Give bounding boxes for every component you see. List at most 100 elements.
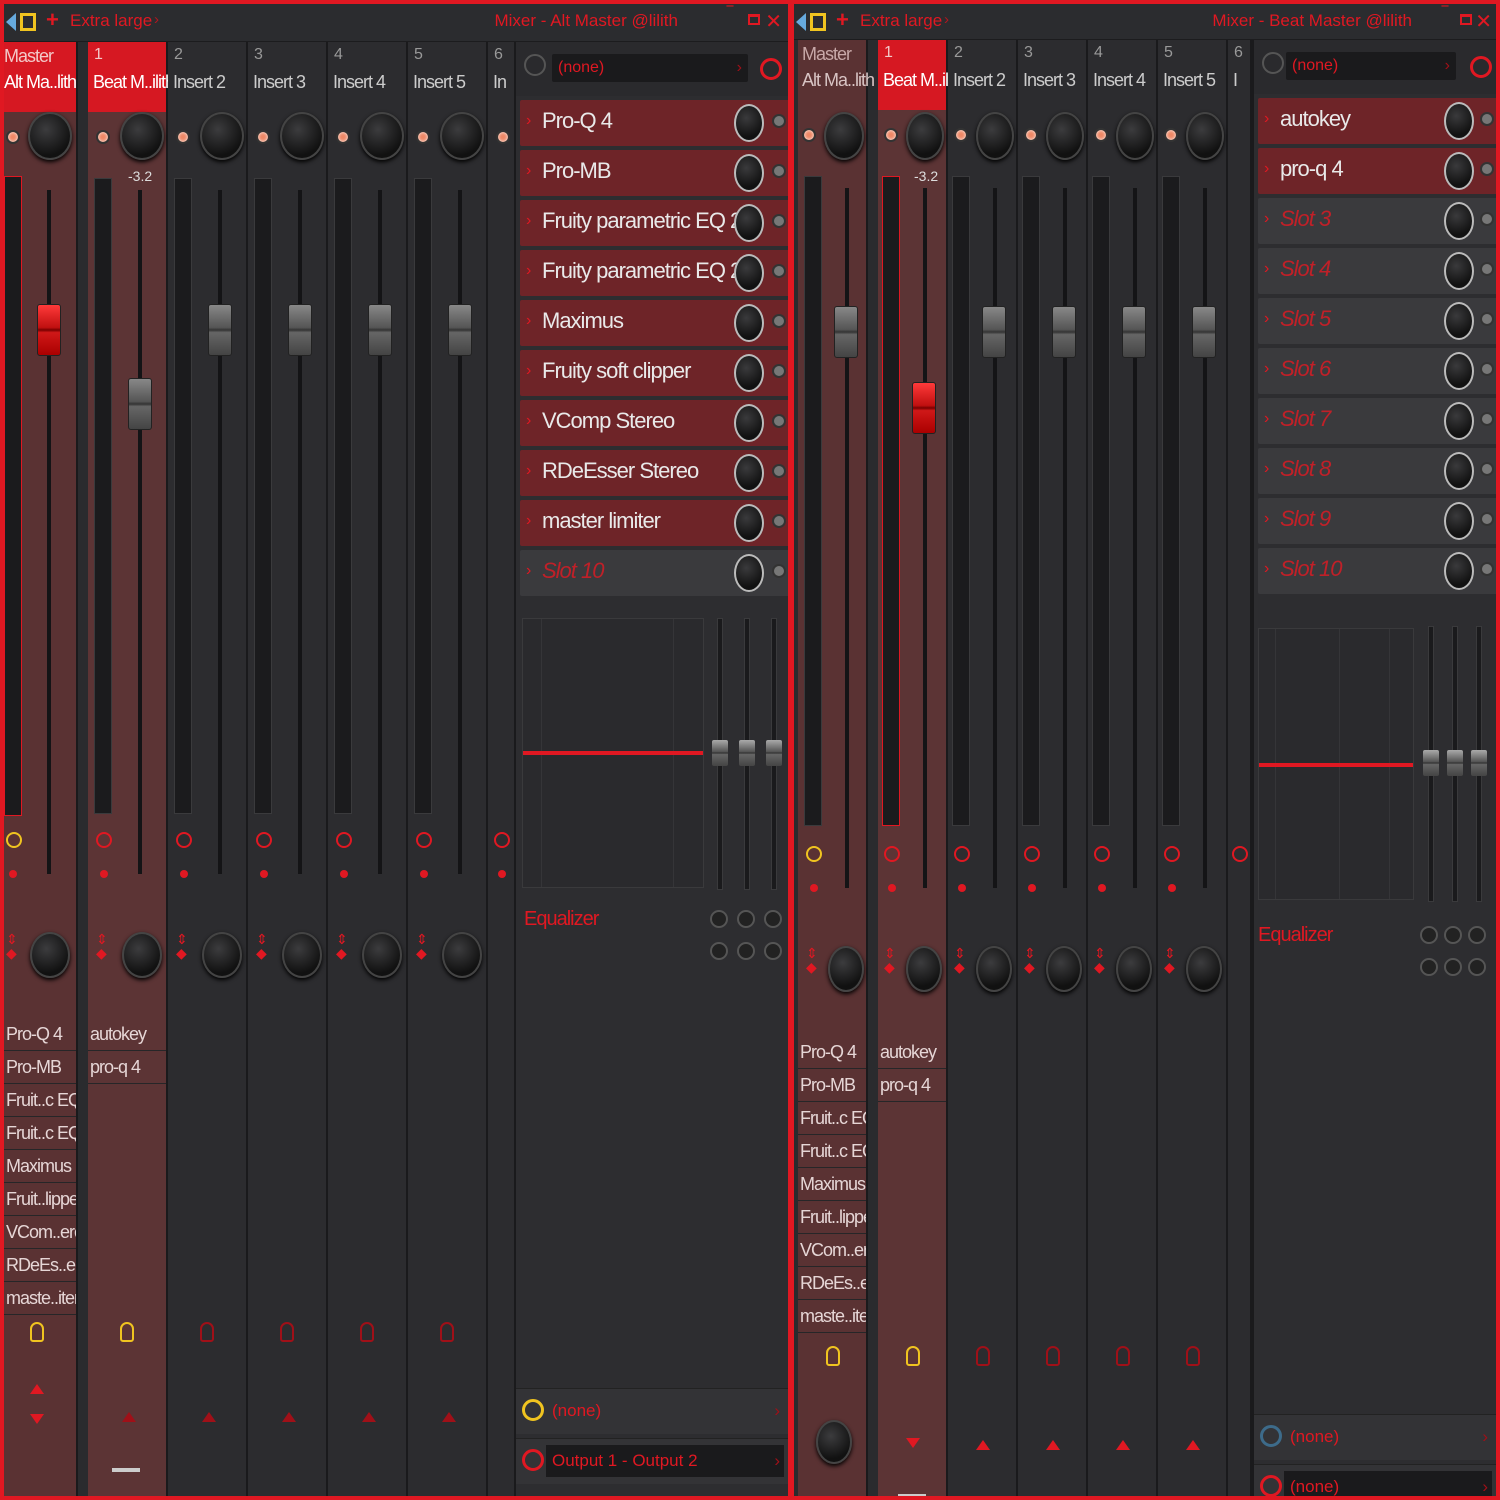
route-up-arrow-icon[interactable] [976,1440,990,1450]
stereo-knob[interactable] [282,932,322,978]
volume-fader[interactable] [982,306,1006,358]
fx-item[interactable]: VCom..ereo [798,1234,866,1267]
rack-settings-icon[interactable] [524,54,546,76]
route-mic-icon[interactable] [1046,1346,1060,1366]
stereo-knob[interactable] [362,932,402,978]
pan-knob[interactable] [1046,112,1084,160]
strip-header[interactable]: 4 Insert 4 [328,42,406,112]
record-dot[interactable] [498,870,506,878]
layout-square-icon[interactable] [810,13,826,31]
route-mic-icon[interactable] [200,1322,214,1342]
fx-item[interactable]: maste..iter [4,1282,76,1315]
slot-mix-knob[interactable] [1444,502,1474,540]
slot-enable-led[interactable] [772,214,786,228]
slot-enable-led[interactable] [772,114,786,128]
slot-mix-knob[interactable] [734,154,764,192]
fx-item[interactable]: RDeEs..ereo [4,1249,76,1282]
volume-fader[interactable] [1192,306,1216,358]
slot-enable-led[interactable] [772,264,786,278]
slot-enable-led[interactable] [772,364,786,378]
output-routing[interactable]: Output 1 - Output 2 [516,1438,788,1484]
record-dot[interactable] [1028,884,1036,892]
add-plus-icon[interactable]: + [46,7,59,33]
view-size-label[interactable]: Extra large [70,11,152,31]
route-up-arrow-icon[interactable] [442,1412,456,1422]
maximize-icon[interactable] [748,14,760,25]
route-up-arrow-icon[interactable] [122,1412,136,1422]
slot-mix-knob[interactable] [734,554,764,592]
pan-knob[interactable] [906,112,944,160]
swap-arrows-icon[interactable]: ⇕ ◆ [256,932,268,960]
swap-arrows-icon[interactable]: ⇕ ◆ [1094,946,1106,974]
slot-mix-knob[interactable] [734,254,764,292]
close-icon[interactable]: ✕ [1475,9,1492,34]
route-mic-icon[interactable] [976,1346,990,1366]
slot-mix-knob[interactable] [1444,552,1474,590]
slot-enable-led[interactable] [772,564,786,578]
stereo-knob[interactable] [122,932,162,978]
stereo-knob[interactable] [828,946,864,992]
close-icon[interactable]: ✕ [765,9,782,34]
titlebar[interactable]: + Extra large › Mixer - Alt Master @lili… [4,4,788,42]
titlebar[interactable]: + Extra large › Mixer - Beat Master @lil… [794,4,1496,40]
slot-mix-knob[interactable] [1444,352,1474,390]
eq-bw-knob[interactable] [1468,958,1486,976]
rack-slot[interactable]: › Slot 10 [520,550,788,596]
rack-slot[interactable]: › Slot 6 [1258,348,1496,394]
record-dot[interactable] [9,870,17,878]
mixer-strip-insert-4[interactable]: 4 Insert 4 ⇕ ◆ [328,42,408,1496]
fx-item[interactable]: Pro-MB [798,1069,866,1102]
route-up-arrow-icon[interactable] [30,1384,44,1394]
slot-chevron-icon[interactable]: › [1264,510,1269,528]
slot-enable-led[interactable] [1480,362,1494,376]
slot-chevron-icon[interactable]: › [526,262,531,280]
swap-arrows-icon[interactable]: ⇕ ◆ [954,946,966,974]
pan-knob[interactable] [824,112,864,160]
rack-slot[interactable]: › master limiter [520,500,788,546]
rack-slot[interactable]: › Pro-MB [520,150,788,196]
send-clock-icon[interactable] [884,846,900,862]
swap-arrows-icon[interactable]: ⇕ ◆ [6,932,18,960]
volume-fader[interactable] [208,304,232,356]
route-up-arrow-icon[interactable] [1116,1440,1130,1450]
route-mic-icon[interactable] [440,1322,454,1342]
slot-mix-knob[interactable] [734,104,764,142]
rack-slot[interactable]: › Fruity parametric EQ 2 [520,250,788,296]
mixer-strip-insert-1[interactable]: 1 Beat M..ilith -3.2 ⇕ ◆ autokey pro-q 4 [88,42,175,1496]
slot-mix-knob[interactable] [1444,252,1474,290]
strip-enable-led[interactable] [1024,128,1038,142]
slot-mix-knob[interactable] [1444,402,1474,440]
pan-knob[interactable] [280,112,324,160]
slot-mix-knob[interactable] [734,204,764,242]
swap-arrows-icon[interactable]: ⇕ ◆ [1164,946,1176,974]
record-dot[interactable] [260,870,268,878]
slot-mix-knob[interactable] [734,504,764,542]
route-up-arrow-icon[interactable] [1046,1440,1060,1450]
strip-header[interactable]: 6 In [488,42,514,112]
rack-slot[interactable]: › Slot 9 [1258,498,1496,544]
rack-clock-icon[interactable] [1470,56,1492,78]
fx-item[interactable]: Pro-Q 4 [798,1036,866,1069]
volume-fader[interactable] [368,304,392,356]
route-up-arrow-icon[interactable] [362,1412,376,1422]
rack-slot[interactable]: › Slot 10 [1258,548,1496,594]
mixer-strip-master[interactable]: Master Alt Ma..lith ⇕ ◆ Pro-Q 4 Pro-MB Fr… [798,40,875,1496]
strip-header[interactable]: 2 Insert 2 [168,42,246,112]
mixer-strip-insert-2[interactable]: 2 Insert 2 ⇕ ◆ [948,40,1018,1496]
input-select[interactable]: (none) [552,1401,784,1421]
send-level-knob[interactable] [816,1420,852,1464]
rack-slot[interactable]: › Slot 7 [1258,398,1496,444]
rack-clock-icon[interactable] [760,58,782,80]
fx-item[interactable]: Fruit..c EQ 2 [798,1135,866,1168]
slot-enable-led[interactable] [1480,162,1494,176]
strip-header[interactable]: 2 Insert 2 [948,40,1016,110]
add-plus-icon[interactable]: + [836,7,849,33]
fx-item[interactable]: Fruit..c EQ 2 [798,1102,866,1135]
rack-slot[interactable]: › RDeEsser Stereo [520,450,788,496]
volume-fader[interactable] [912,382,936,434]
eq-bw-knob[interactable] [1420,958,1438,976]
strip-header[interactable]: 5 Insert 5 [408,42,486,112]
route-mic-icon[interactable] [360,1322,374,1342]
rack-preset-select[interactable]: (none) [1286,52,1456,80]
slot-chevron-icon[interactable]: › [1264,460,1269,478]
